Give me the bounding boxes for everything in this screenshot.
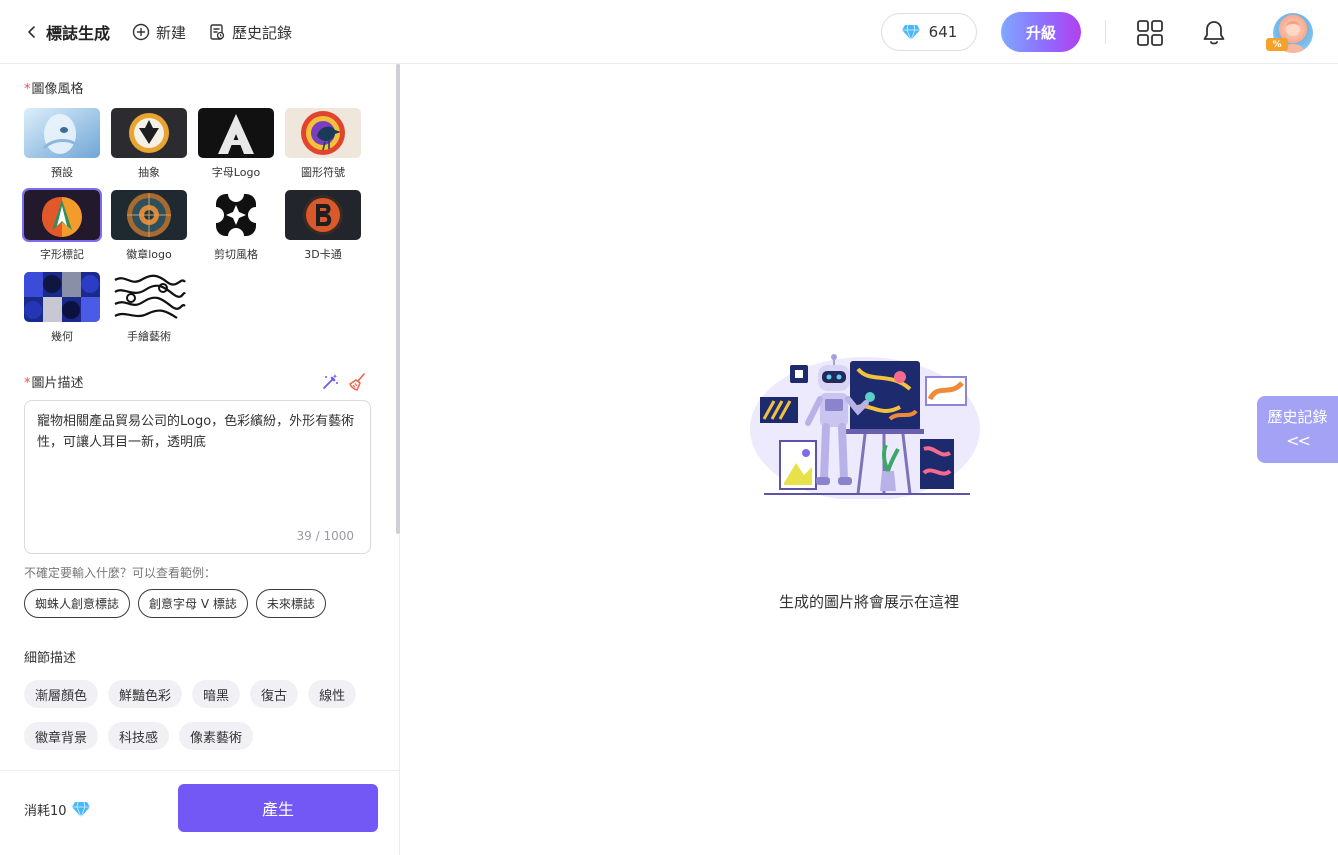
header-divider [1105,20,1106,44]
style-option-default[interactable]: 預設 [22,108,102,180]
style-thumb [24,108,100,158]
style-thumb-selected [22,188,102,242]
upgrade-button[interactable]: 升級 [1001,12,1081,52]
cutout-star-thumbnail-icon [198,190,274,240]
robot-painter-illustration-icon [750,354,980,499]
style-option-graphic-symbol[interactable]: 圖形符號 [283,108,363,180]
detail-tag[interactable]: 科技感 [108,722,170,750]
badge-thumbnail-icon [111,190,187,240]
style-option-glyph-mark[interactable]: 字形標記 [22,188,102,262]
page-title: 標誌生成 [46,24,111,43]
style-option-name: 幾何 [51,330,73,343]
history-tab-label: 歷史記錄 [1267,408,1328,426]
cost-label: 消耗10 [24,803,67,819]
bell-icon[interactable] [1201,19,1227,47]
character-count: 39 / 1000 [296,529,354,543]
example-hint: 不確定要輸入什麼？可以查看範例： [24,566,217,580]
description-text: 寵物相關產品貿易公司的Logo，色彩繽紛，外形有藝術性，可讓人耳目一新，透明底 [37,414,355,450]
description-tools [312,372,368,392]
image-style-label: *圖像風格 [24,78,84,97]
style-thumb [285,108,361,158]
history-side-tab[interactable]: 歷史記錄 << [1257,396,1338,463]
detail-tag[interactable]: 暗黑 [192,680,241,708]
required-mark: * [24,82,31,97]
tag-row: 漸層顏色 鮮豔色彩 暗黑 復古 線性 [24,680,384,708]
example-chip[interactable]: 蜘蛛人創意標誌 [24,589,131,618]
description-label-text: 圖片描述 [31,376,84,391]
detail-tag[interactable]: 鮮豔色彩 [108,680,183,708]
style-thumb [24,272,100,322]
apps-grid-icon[interactable] [1136,19,1164,47]
details-label: 細節描述 [24,651,77,666]
example-list: 蜘蛛人創意標誌 創意字母 V 標誌 未來標誌 [24,589,334,618]
example-chip[interactable]: 創意字母 V 標誌 [138,589,248,618]
style-option-name: 抽象 [138,166,160,179]
abstract-emblem-thumbnail-icon [111,108,187,158]
new-button[interactable]: 新建 [132,22,186,43]
history-button-label: 歷史記錄 [232,23,293,42]
credits-balance[interactable]: 641 [881,13,977,51]
new-button-label: 新建 [156,23,187,42]
detail-tags: 漸層顏色 鮮豔色彩 暗黑 復古 線性 徽章背景 科技感 像素藝術 [24,680,384,764]
detail-tag[interactable]: 像素藝術 [179,722,254,750]
style-option-geometric[interactable]: 幾何 [22,272,102,344]
glyph-mark-thumbnail-icon [24,190,100,240]
style-thumb [285,190,361,240]
style-option-name: 剪切風格 [214,248,258,261]
detail-tag[interactable]: 線性 [308,680,357,708]
diamond-icon [71,801,90,818]
style-option-name: 手繪藝術 [127,330,171,343]
chevron-left-icon [28,26,35,38]
robot-face-thumbnail-icon [24,108,100,158]
plus-circle-icon [132,23,150,41]
style-option-hand-drawn[interactable]: 手繪藝術 [109,272,189,344]
doodle-thumbnail-icon [111,272,187,322]
avatar-badge: % [1266,38,1288,51]
required-mark: * [24,376,31,391]
history-doc-icon [210,24,225,40]
style-option-abstract[interactable]: 抽象 [109,108,189,180]
detail-tag[interactable]: 復古 [250,680,299,708]
style-option-name: 圖形符號 [301,166,345,179]
style-option-name: 預設 [51,166,73,179]
description-label: *圖片描述 [24,372,84,391]
image-style-label-text: 圖像風格 [31,82,84,97]
style-option-badge-logo[interactable]: 徽章logo [109,190,189,262]
history-button[interactable]: 歷史記錄 [208,22,292,43]
style-thumb [111,190,187,240]
style-option-name: 3D卡通 [304,248,342,261]
tag-row: 徽章背景 科技感 像素藝術 [24,722,384,750]
style-option-letter-logo[interactable]: 字母Logo [196,108,276,180]
style-option-3d-cartoon[interactable]: 3D卡通 [283,190,363,262]
generate-bar: 消耗10 產生 [0,770,399,855]
style-option-name: 字母Logo [211,166,261,179]
style-thumb [198,190,274,240]
letter-a-thumbnail-icon [198,108,274,158]
style-thumb [111,272,187,322]
style-option-cutout[interactable]: 剪切風格 [196,190,276,262]
generation-cost: 消耗10 [24,799,91,819]
style-option-name: 字形標記 [40,248,84,261]
preview-canvas: 生成的圖片將會展示在這裡 [400,64,1338,855]
example-chip[interactable]: 未來標誌 [255,589,326,618]
magic-wand-icon[interactable] [320,372,340,392]
detail-tag[interactable]: 漸層顏色 [24,680,99,708]
broom-clear-icon[interactable] [348,372,368,392]
style-thumb [198,108,274,158]
credits-count: 641 [928,23,958,41]
empty-state-text: 生成的圖片將會展示在這裡 [778,593,959,611]
style-option-name: 徽章logo [126,248,172,261]
header-left-group: 標誌生成 新建 歷史記錄 [24,0,292,64]
geometric-pattern-thumbnail-icon [24,272,100,322]
diamond-icon [901,24,920,41]
top-header: 標誌生成 新建 歷史記錄 641 升級 % [0,0,1338,64]
detail-tag[interactable]: 徽章背景 [24,722,99,750]
double-chevron-left-icon: << [1286,431,1311,450]
back-button[interactable]: 標誌生成 [24,20,110,44]
style-thumb [111,108,187,158]
generate-button[interactable]: 產生 [178,784,378,832]
bird-symbol-thumbnail-icon [285,108,361,158]
description-textarea[interactable]: 寵物相關產品貿易公司的Logo，色彩繽紛，外形有藝術性，可讓人耳目一新，透明底 … [24,400,371,554]
letter-b-3d-thumbnail-icon [285,190,361,240]
